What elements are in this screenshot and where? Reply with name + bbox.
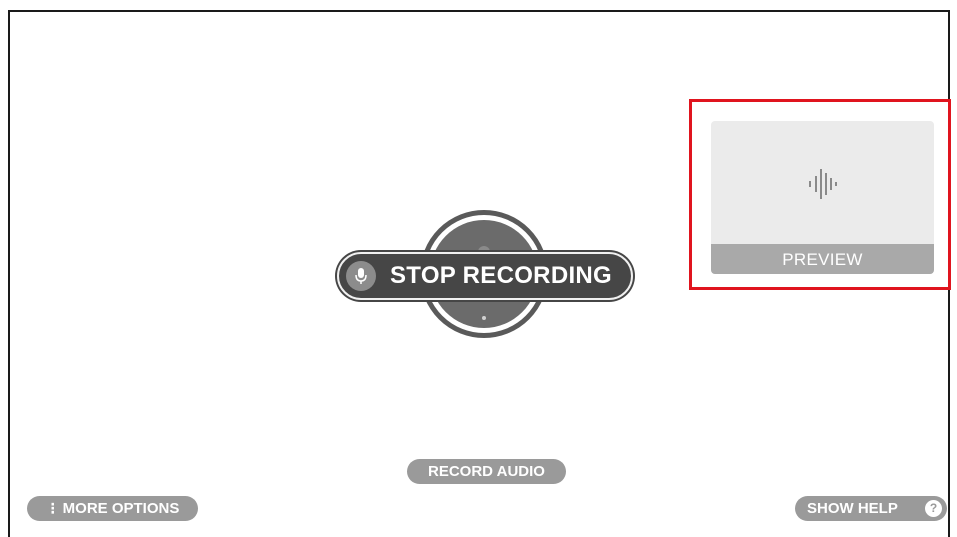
more-options-label: MORE OPTIONS [62,500,180,517]
record-audio-button[interactable]: RECORD AUDIO [407,459,566,484]
preview-panel[interactable]: PREVIEW [711,121,934,274]
vertical-dots-icon: ⋮ [45,500,60,516]
more-options-button[interactable]: ⋮ MORE OPTIONS [27,496,198,521]
question-mark-icon: ? [925,500,942,517]
audio-waveform-icon [809,169,837,199]
record-indicator-dot [482,316,486,320]
microphone-icon [346,261,376,291]
stop-recording-button[interactable]: STOP RECORDING [337,252,633,300]
record-audio-label: RECORD AUDIO [428,463,545,480]
stop-recording-label: STOP RECORDING [390,262,613,289]
show-help-label: SHOW HELP [807,500,898,517]
show-help-button[interactable]: SHOW HELP ? [795,496,947,521]
preview-label: PREVIEW [711,244,934,274]
